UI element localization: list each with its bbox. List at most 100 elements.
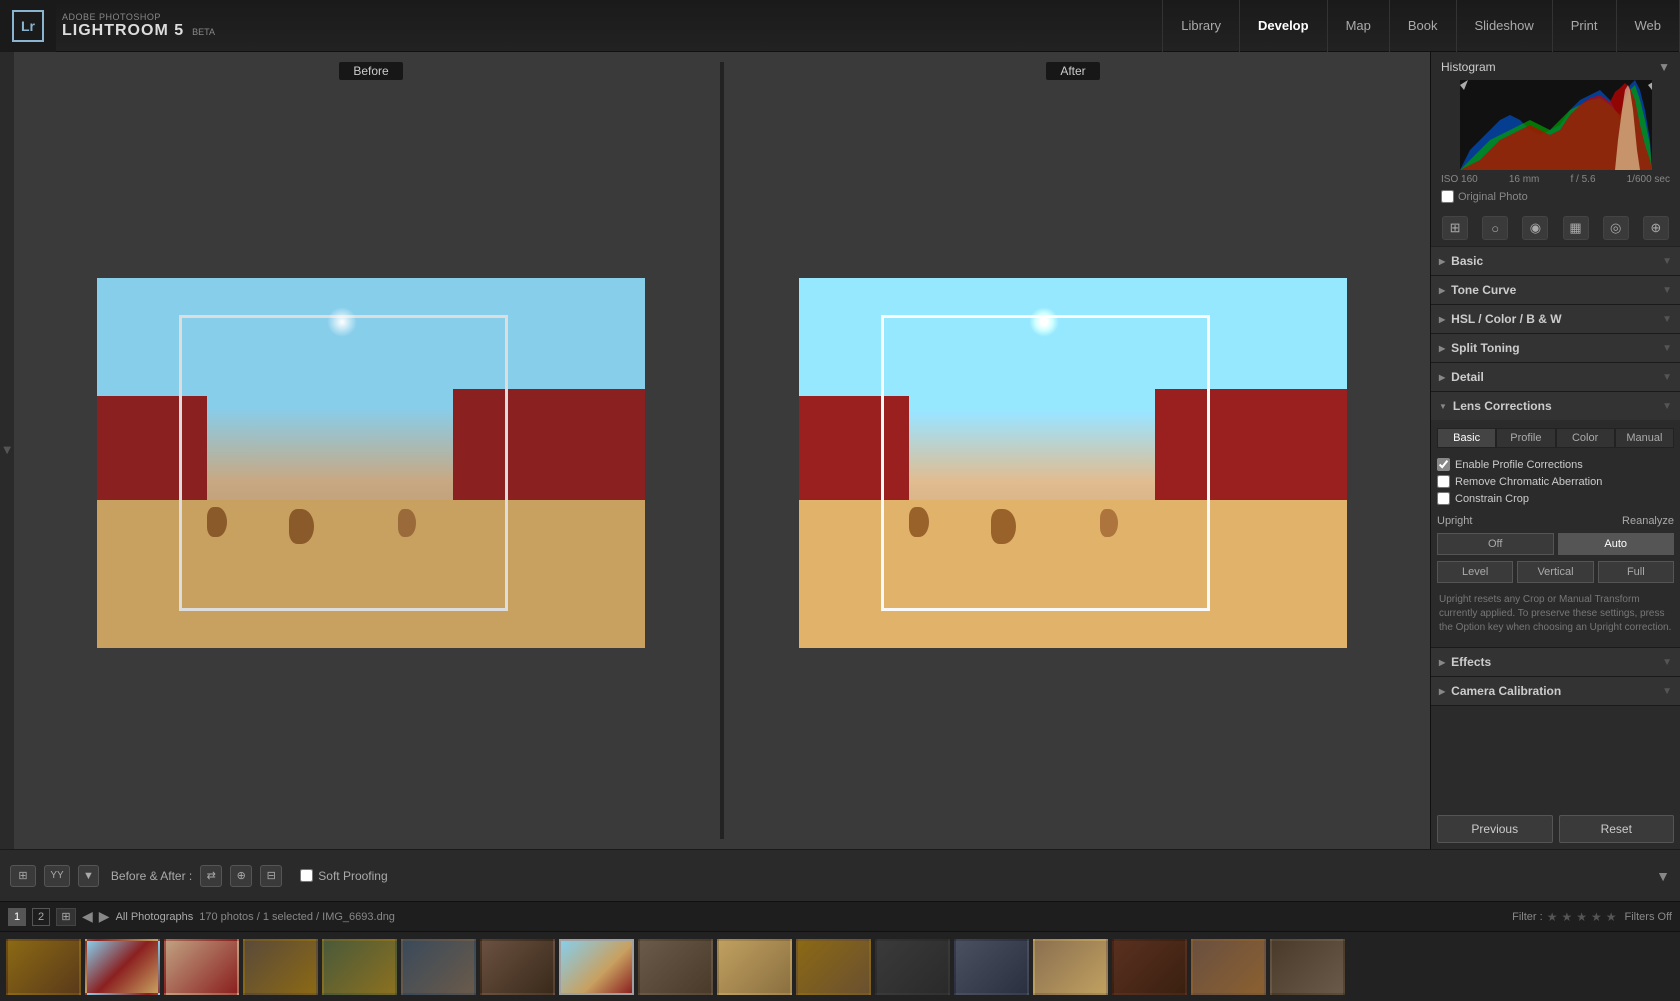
hsl-arrow-icon: ▼ (1662, 314, 1672, 325)
split-toning-header[interactable]: ▶ Split Toning ▼ (1431, 334, 1680, 362)
thumb-4[interactable] (243, 939, 318, 995)
filmstrip-page-2[interactable]: 2 (32, 908, 50, 926)
thumb-14[interactable] (1033, 939, 1108, 995)
before-after-dropdown[interactable]: ▼ (78, 865, 99, 887)
auto-button[interactable]: Auto (1558, 533, 1675, 555)
remove-chromatic-checkbox[interactable] (1437, 475, 1450, 488)
filmstrip-grid-btn[interactable]: ⊞ (56, 908, 76, 926)
thumb-8-selected[interactable] (559, 939, 634, 995)
before-photo[interactable] (97, 278, 645, 648)
filmstrip-nav-right[interactable]: ▶ (99, 908, 110, 925)
crop-tool[interactable]: ⊞ (1442, 216, 1468, 240)
thumb-17[interactable] (1270, 939, 1345, 995)
original-photo-checkbox[interactable] (1441, 190, 1454, 203)
reset-button[interactable]: Reset (1559, 815, 1675, 843)
star-3[interactable]: ★ (1576, 910, 1587, 924)
thumb-5[interactable] (322, 939, 397, 995)
reanalyze-label[interactable]: Reanalyze (1622, 515, 1674, 527)
thumb-16[interactable] (1191, 939, 1266, 995)
spot-tool[interactable]: ○ (1482, 216, 1508, 240)
off-button[interactable]: Off (1437, 533, 1554, 555)
thumb-13[interactable] (954, 939, 1029, 995)
lens-corrections-label: Lens Corrections (1453, 399, 1552, 413)
original-photo-label: Original Photo (1458, 191, 1528, 203)
lens-corrections-triangle-icon: ▼ (1439, 402, 1447, 411)
before-photo-container (24, 86, 718, 839)
vertical-button[interactable]: Vertical (1517, 561, 1593, 583)
camera-calibration-header[interactable]: ▶ Camera Calibration ▼ (1431, 677, 1680, 705)
star-2[interactable]: ★ (1561, 910, 1572, 924)
soft-proofing-checkbox[interactable] (300, 869, 313, 882)
original-photo-check[interactable]: Original Photo (1435, 187, 1676, 206)
thumb-10[interactable] (717, 939, 792, 995)
nav-map[interactable]: Map (1328, 0, 1390, 52)
histogram-canvas (1460, 80, 1652, 170)
toolbar-collapse-arrow[interactable]: ▼ (1656, 868, 1670, 884)
lens-corrections-header[interactable]: ▼ Lens Corrections ▼ (1431, 392, 1680, 420)
filmstrip-nav-left[interactable]: ◀ (82, 908, 93, 925)
ba-layout-button[interactable]: ⊟ (260, 865, 282, 887)
star-1[interactable]: ★ (1547, 910, 1558, 924)
detail-header[interactable]: ▶ Detail ▼ (1431, 363, 1680, 391)
level-button[interactable]: Level (1437, 561, 1513, 583)
filmstrip-collection[interactable]: All Photographs (116, 911, 194, 923)
yy-view-button[interactable]: YY (44, 865, 70, 887)
basic-panel-section: ▶ Basic ▼ (1431, 247, 1680, 276)
nav-slideshow[interactable]: Slideshow (1457, 0, 1553, 52)
tone-curve-triangle-icon: ▶ (1439, 286, 1445, 295)
right-panel: Histogram ▼ (1430, 52, 1680, 849)
full-button[interactable]: Full (1598, 561, 1674, 583)
hsl-header[interactable]: ▶ HSL / Color / B & W ▼ (1431, 305, 1680, 333)
after-photo[interactable] (799, 278, 1347, 648)
filmstrip-page-1[interactable]: 1 (8, 908, 26, 926)
thumb-7[interactable] (480, 939, 555, 995)
panels-list: ▶ Basic ▼ ▶ Tone Curve ▼ ▶ HSL / Color /… (1431, 247, 1680, 809)
nav-develop[interactable]: Develop (1240, 0, 1328, 52)
adobe-text: ADOBE PHOTOSHOP (62, 12, 215, 22)
previous-button[interactable]: Previous (1437, 815, 1553, 843)
lens-tab-basic[interactable]: Basic (1437, 428, 1496, 448)
effects-arrow-icon: ▼ (1662, 657, 1672, 668)
tone-curve-label: Tone Curve (1451, 283, 1516, 297)
app-title: ADOBE PHOTOSHOP LIGHTROOM 5 BETA (62, 12, 215, 40)
thumb-6[interactable] (401, 939, 476, 995)
thumb-1[interactable] (6, 939, 81, 995)
nav-library[interactable]: Library (1162, 0, 1240, 52)
remove-chromatic-row: Remove Chromatic Aberration (1437, 473, 1674, 490)
fs-filter-area: Filter : ★ ★ ★ ★ ★ Filters Off (1512, 910, 1672, 924)
thumb-15[interactable] (1112, 939, 1187, 995)
brush-tool[interactable]: ▦ (1563, 216, 1589, 240)
thumb-11[interactable] (796, 939, 871, 995)
redeye-tool[interactable]: ◉ (1522, 216, 1548, 240)
histogram-title: Histogram (1441, 60, 1496, 74)
grid-view-button[interactable]: ⊞ (10, 865, 36, 887)
ba-swap-button[interactable]: ⇄ (200, 865, 222, 887)
detail-label: Detail (1451, 370, 1484, 384)
lens-tab-color[interactable]: Color (1556, 428, 1615, 448)
thumb-2[interactable] (85, 939, 160, 995)
constrain-crop-row: Constrain Crop (1437, 490, 1674, 507)
view-mode-dropdown[interactable]: ▼ (78, 865, 99, 887)
basic-panel-header[interactable]: ▶ Basic ▼ (1431, 247, 1680, 275)
enable-profile-checkbox[interactable] (1437, 458, 1450, 471)
constrain-crop-checkbox[interactable] (1437, 492, 1450, 505)
gradient-tool[interactable]: ◎ (1603, 216, 1629, 240)
remove-chromatic-label: Remove Chromatic Aberration (1455, 476, 1602, 488)
star-4[interactable]: ★ (1591, 910, 1602, 924)
effects-header[interactable]: ▶ Effects ▼ (1431, 648, 1680, 676)
nav-web[interactable]: Web (1617, 0, 1680, 52)
nav-print[interactable]: Print (1553, 0, 1617, 52)
logo-text: Lr (21, 18, 35, 34)
star-5[interactable]: ★ (1606, 910, 1617, 924)
lr-logo-box: Lr (12, 10, 44, 42)
tone-curve-header[interactable]: ▶ Tone Curve ▼ (1431, 276, 1680, 304)
thumb-3[interactable] (164, 939, 239, 995)
nav-book[interactable]: Book (1390, 0, 1457, 52)
lens-tab-manual[interactable]: Manual (1615, 428, 1674, 448)
radial-tool[interactable]: ⊕ (1643, 216, 1669, 240)
camera-cal-arrow-icon: ▼ (1662, 686, 1672, 697)
lens-tab-profile[interactable]: Profile (1496, 428, 1555, 448)
ba-copy-button[interactable]: ⊕ (230, 865, 252, 887)
thumb-9[interactable] (638, 939, 713, 995)
thumb-12[interactable] (875, 939, 950, 995)
